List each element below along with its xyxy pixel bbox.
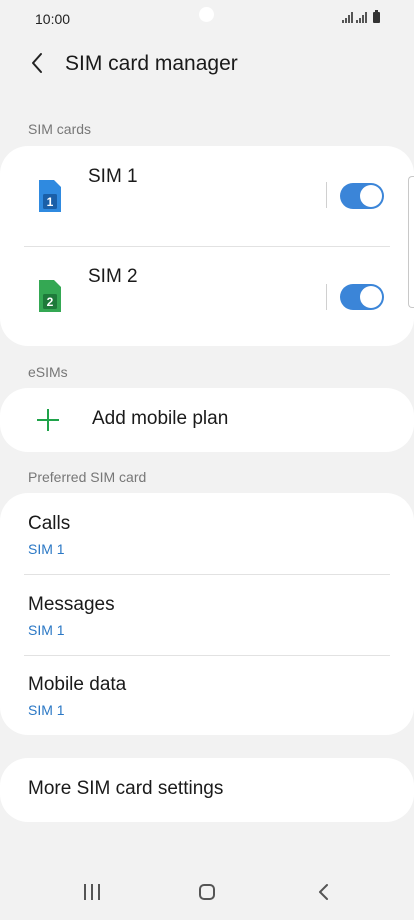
- back-button[interactable]: [22, 48, 52, 78]
- sim-card-icon: 2: [39, 280, 61, 312]
- pref-title: Messages: [28, 594, 115, 615]
- preferred-mobile-data[interactable]: Mobile data SIM 1: [28, 674, 126, 718]
- nav-back-button[interactable]: [316, 883, 332, 901]
- sim-card-icon: 1: [39, 180, 61, 212]
- status-time: 10:00: [35, 11, 71, 27]
- pref-value: SIM 1: [28, 541, 65, 557]
- sim-name: SIM 1: [88, 166, 138, 187]
- toggle-knob: [360, 286, 382, 308]
- more-sim-settings-label: More SIM card settings: [28, 778, 224, 799]
- pref-title: Calls: [28, 513, 71, 534]
- divider: [24, 655, 390, 656]
- sim-badge: 2: [47, 295, 54, 309]
- preferred-messages[interactable]: Messages SIM 1: [28, 594, 115, 638]
- scrollbar[interactable]: [408, 176, 414, 308]
- camera-cutout: [199, 7, 214, 22]
- divider: [326, 182, 327, 208]
- pref-value: SIM 1: [28, 622, 65, 638]
- chevron-left-icon: [32, 53, 42, 73]
- sim-name: SIM 2: [88, 266, 138, 287]
- add-mobile-plan-button[interactable]: Add mobile plan: [0, 388, 414, 452]
- divider: [326, 284, 327, 310]
- signal-icon: [342, 12, 353, 23]
- sim-1-toggle[interactable]: [340, 183, 384, 209]
- section-label-sim-cards: SIM cards: [28, 121, 92, 137]
- sim-badge: 1: [47, 195, 54, 209]
- home-button[interactable]: [199, 884, 215, 900]
- pref-title: Mobile data: [28, 674, 127, 695]
- more-sim-settings-button[interactable]: More SIM card settings: [0, 758, 414, 822]
- toggle-knob: [360, 185, 382, 207]
- section-label-esims: eSIMs: [28, 364, 68, 380]
- divider: [24, 574, 390, 575]
- sim-2-toggle[interactable]: [340, 284, 384, 310]
- preferred-calls[interactable]: Calls SIM 1: [28, 513, 70, 557]
- add-mobile-plan-label: Add mobile plan: [92, 408, 229, 429]
- battery-icon: [373, 10, 380, 23]
- sim-row-1[interactable]: 1 SIM 1: [0, 146, 414, 246]
- section-label-preferred: Preferred SIM card: [28, 469, 147, 485]
- status-icons: [342, 10, 380, 23]
- preferred-sim-card: Calls SIM 1 Messages SIM 1 Mobile data S…: [0, 493, 414, 735]
- pref-value: SIM 1: [28, 702, 65, 718]
- navigation-bar: [0, 862, 414, 920]
- app-header: SIM card manager: [0, 40, 414, 90]
- recent-apps-button[interactable]: [84, 884, 100, 900]
- plus-icon: [36, 408, 60, 432]
- sim-cards-card: 1 SIM 1 2 SIM 2: [0, 146, 414, 346]
- status-bar: 10:00: [0, 0, 414, 40]
- page-title: SIM card manager: [65, 52, 238, 75]
- sim-row-2[interactable]: 2 SIM 2: [0, 246, 414, 346]
- signal-icon: [356, 12, 367, 23]
